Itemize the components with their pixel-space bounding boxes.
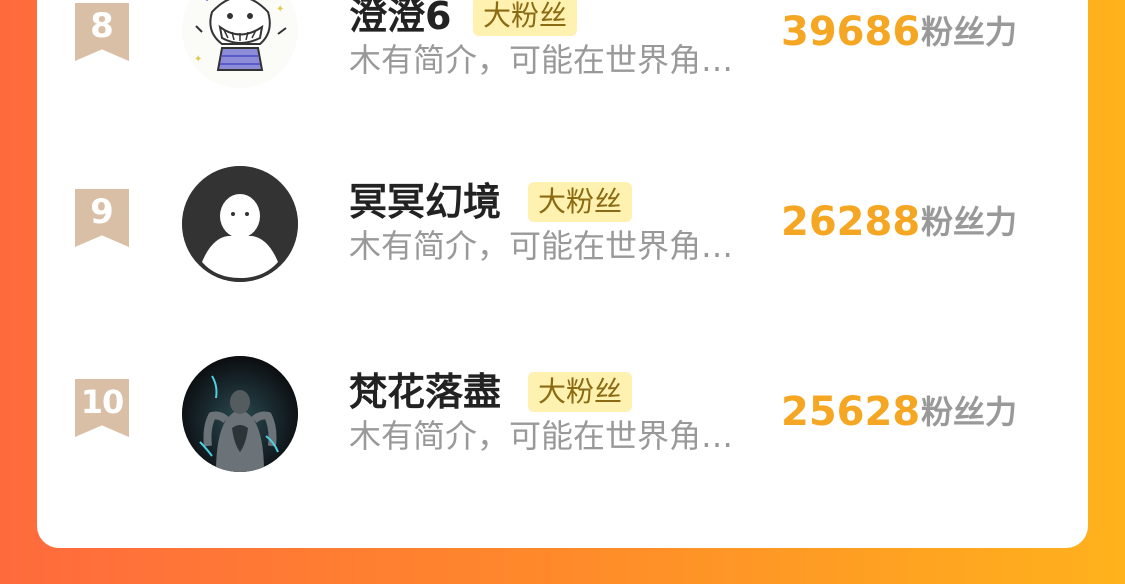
fan-score-unit: 粉丝力 [921,393,1018,431]
svg-text:✦: ✦ [194,54,202,65]
user-name[interactable]: 梵花落盡 [349,370,501,414]
user-intro: 木有简介，可能在世界角… [349,227,734,265]
rank-badge: 8 [75,3,129,61]
user-name[interactable]: 冥冥幻境 [349,180,501,224]
ranking-row[interactable]: 8 ✦ ✦ 澄澄6 大粉丝 木有简介，可能在世界角… 39686 粉丝力 [37,0,1088,90]
rank-badge: 9 [75,189,129,247]
fan-score: 39686 [781,9,921,55]
fan-score: 26288 [781,199,921,245]
default-avatar-icon[interactable] [182,166,298,282]
rank-badge: 10 [75,379,129,437]
user-name[interactable]: 澄澄6 [349,0,451,38]
fan-ranking-card: 8 ✦ ✦ 澄澄6 大粉丝 木有简介，可能在世界角… 39686 粉丝力 9 冥… [37,0,1088,548]
fan-level-badge: 大粉丝 [528,182,633,222]
fan-level-badge: 大粉丝 [473,0,578,36]
fan-score-unit: 粉丝力 [921,13,1018,51]
ranking-row[interactable]: 10 梵花落盡 大粉丝 木有简介，可能在世界角… 25628 粉丝力 [37,340,1088,472]
cartoon-avatar-icon[interactable]: ✦ ✦ [182,0,298,88]
fan-level-badge: 大粉丝 [528,372,633,412]
ranking-row[interactable]: 9 冥冥幻境 大粉丝 木有简介，可能在世界角… 26288 粉丝力 [37,150,1088,282]
user-intro: 木有简介，可能在世界角… [349,417,734,455]
user-intro: 木有简介，可能在世界角… [349,41,734,79]
fan-score: 25628 [781,389,921,435]
photo-avatar-icon[interactable] [182,356,298,472]
svg-text:✦: ✦ [276,4,284,15]
fan-score-unit: 粉丝力 [921,203,1018,241]
